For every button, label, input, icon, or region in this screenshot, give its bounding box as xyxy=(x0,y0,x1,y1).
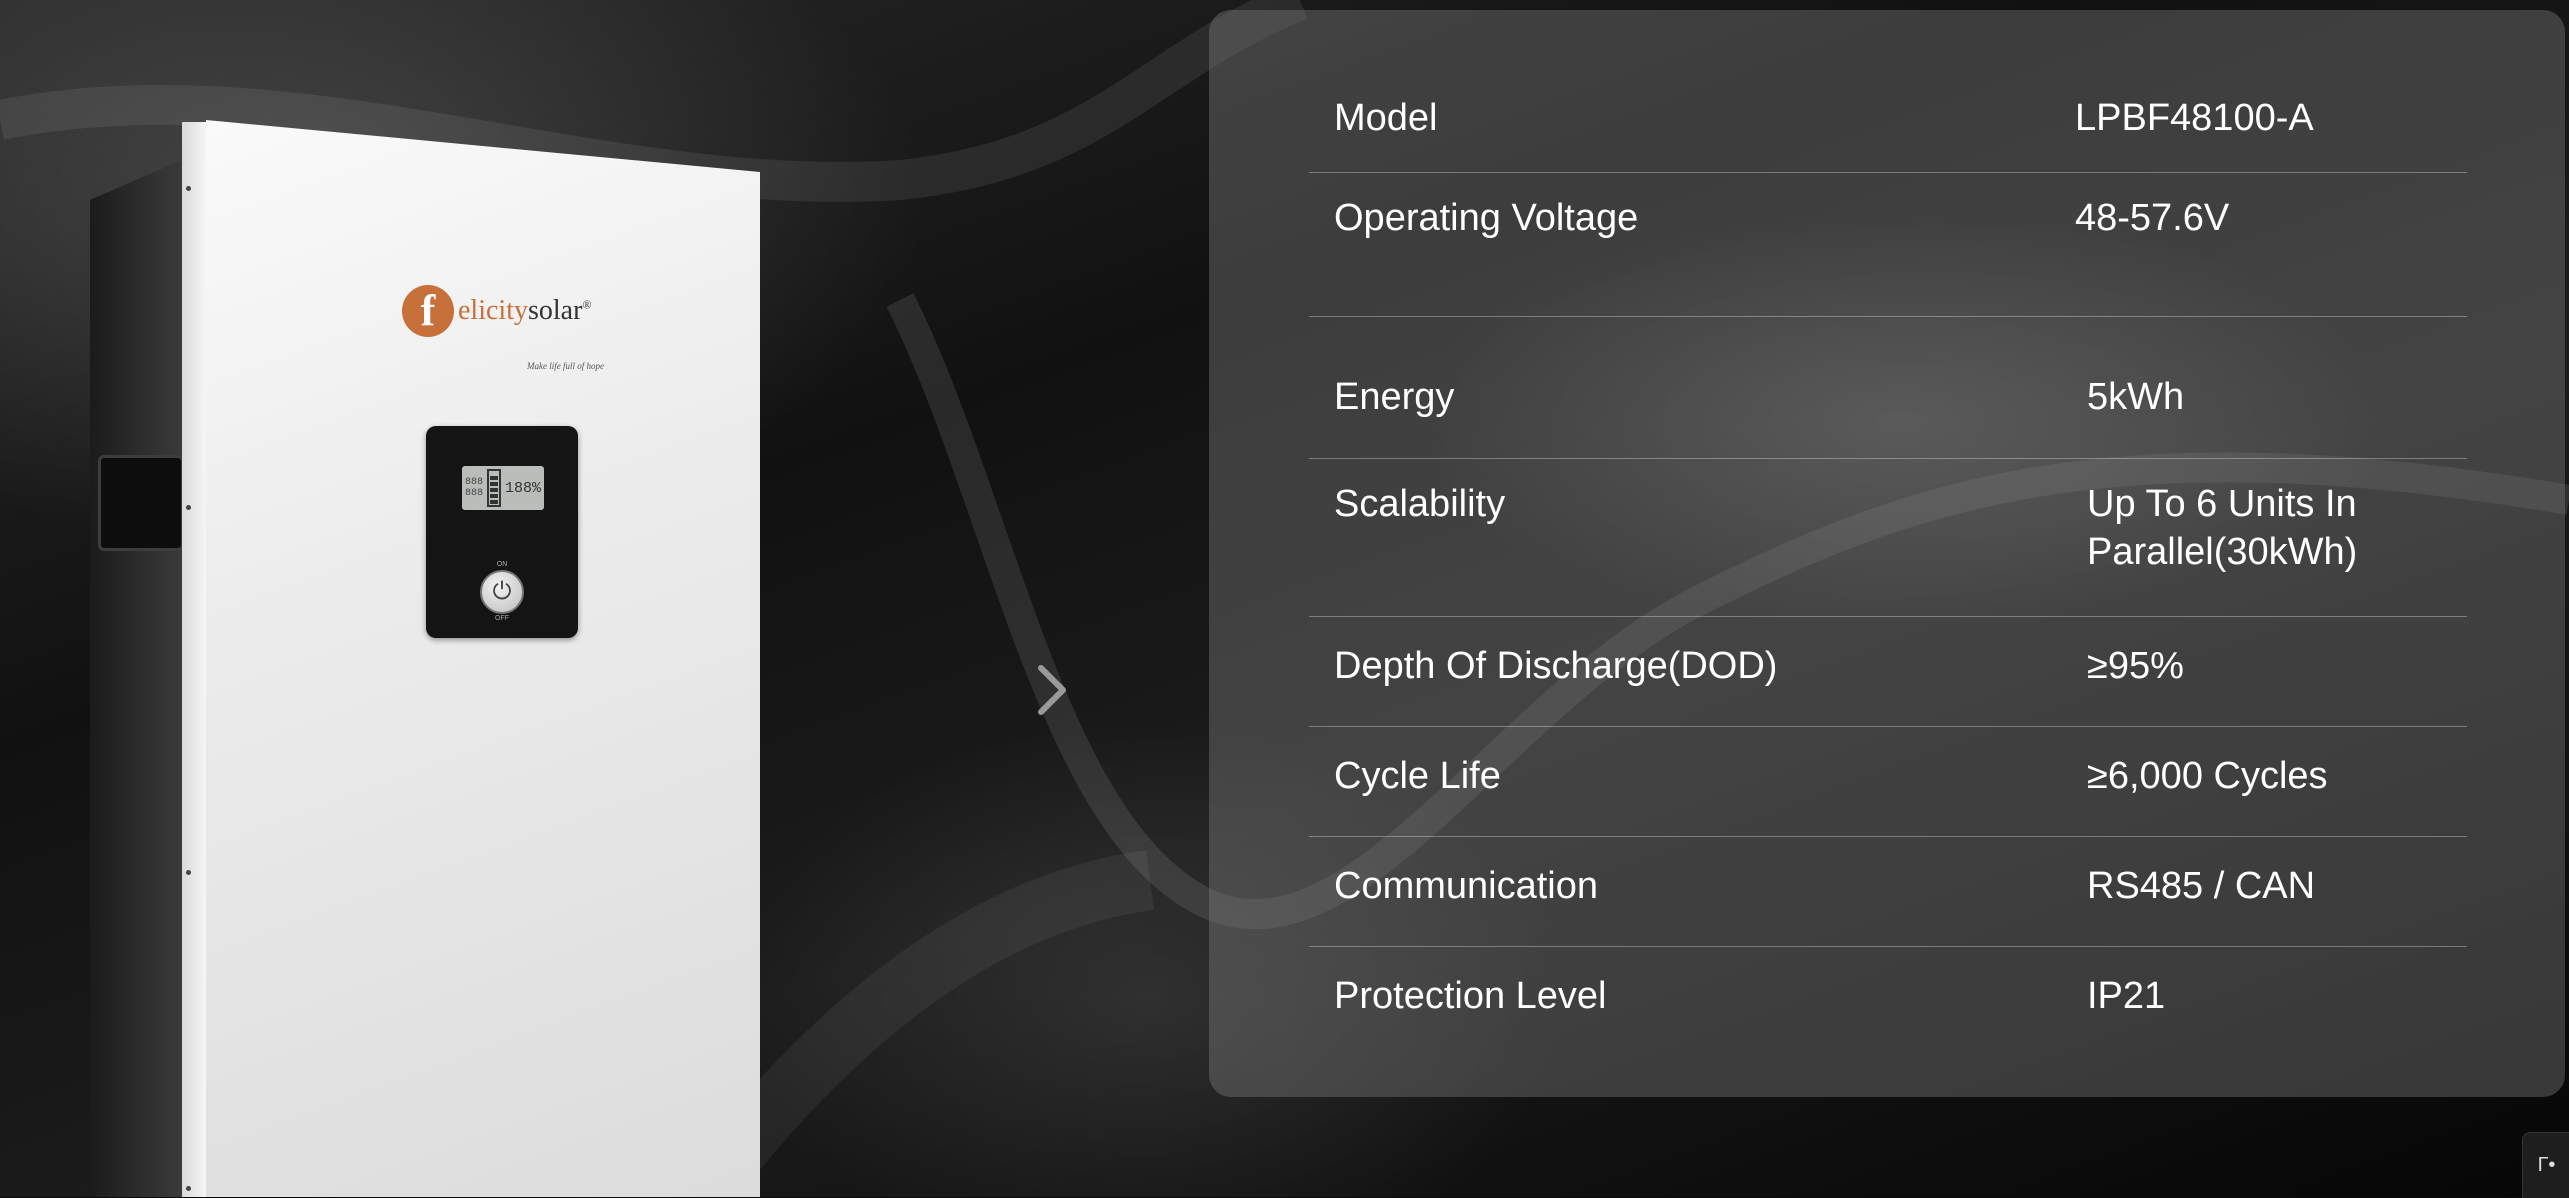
specifications-card: Model LPBF48100-A Operating Voltage 48-5… xyxy=(1209,10,2565,1097)
spec-value: LPBF48100-A xyxy=(2075,97,2314,139)
battery-handle xyxy=(98,455,184,551)
battery-front-panel xyxy=(206,120,760,1197)
lcd-digit-block: 888 888 xyxy=(465,477,483,499)
registered-mark: ® xyxy=(582,297,592,312)
spec-label: Communication xyxy=(1334,865,1598,907)
battery-product-image: f elicitysolar® Make life full of hope 8… xyxy=(90,120,770,1197)
spec-label: Energy xyxy=(1334,376,1455,418)
lcd-digits-top: 888 xyxy=(464,477,483,488)
screw xyxy=(186,870,191,875)
chevron-right-icon xyxy=(1038,665,1066,715)
spec-label: Scalability xyxy=(1334,483,1506,525)
next-slide-button[interactable] xyxy=(1030,660,1074,720)
spec-row-operating-voltage: Operating Voltage 48-57.6V xyxy=(1309,172,2467,317)
spec-row-cycle-life: Cycle Life ≥6,000 Cycles xyxy=(1309,726,2467,837)
spec-value: ≥6,000 Cycles xyxy=(2087,755,2328,797)
brand-logo: f elicitysolar® xyxy=(402,285,592,337)
brand-tagline: Make life full of hope xyxy=(527,361,604,371)
spec-value: IP21 xyxy=(2087,975,2166,1017)
battery-edge xyxy=(182,122,208,1197)
spec-row-energy: Energy 5kWh xyxy=(1309,316,2467,459)
spec-row-protection-level: Protection Level IP21 xyxy=(1309,946,2467,1056)
off-label: OFF xyxy=(495,615,509,622)
spec-row-scalability: Scalability Up To 6 Units In Parallel(30… xyxy=(1309,458,2467,617)
spec-row-model: Model LPBF48100-A xyxy=(1309,84,2467,173)
spec-label: Cycle Life xyxy=(1334,755,1501,797)
battery-side-panel xyxy=(90,160,182,1197)
screw xyxy=(186,186,191,191)
screw xyxy=(186,1186,191,1191)
screw xyxy=(186,505,191,510)
spec-label: Operating Voltage xyxy=(1334,197,1639,239)
battery-level-icon xyxy=(487,469,501,507)
spec-label: Protection Level xyxy=(1334,975,1607,1017)
lcd-digits-bottom: 888 xyxy=(464,488,483,499)
lcd-readout: 188% xyxy=(505,479,542,497)
spec-row-communication: Communication RS485 / CAN xyxy=(1309,836,2467,947)
power-icon: ⏻ xyxy=(480,570,524,614)
spec-value: RS485 / CAN xyxy=(2087,865,2316,907)
spec-row-depth-of-discharge: Depth Of Discharge(DOD) ≥95% xyxy=(1309,616,2467,727)
spec-value: ≥95% xyxy=(2087,645,2184,687)
brand-name: elicitysolar® xyxy=(458,295,592,327)
spec-value: Up To 6 Units In Parallel(30kWh) xyxy=(2087,483,2358,573)
battery-control-panel: 888 888 188% ON ⏻ OFF xyxy=(426,426,578,638)
logo-mark: f xyxy=(402,285,454,337)
spec-value: 5kWh xyxy=(2087,376,2185,418)
corner-widget-button[interactable]: Г• xyxy=(2522,1132,2569,1198)
brand-name-part2: solar xyxy=(527,295,583,326)
lcd-display: 888 888 188% xyxy=(462,466,544,510)
spec-value: 48-57.6V xyxy=(2075,197,2230,239)
brand-name-part1: elicity xyxy=(458,295,528,326)
spec-label: Model xyxy=(1334,97,1438,139)
on-label: ON xyxy=(496,561,508,568)
spec-label: Depth Of Discharge(DOD) xyxy=(1334,645,1778,687)
